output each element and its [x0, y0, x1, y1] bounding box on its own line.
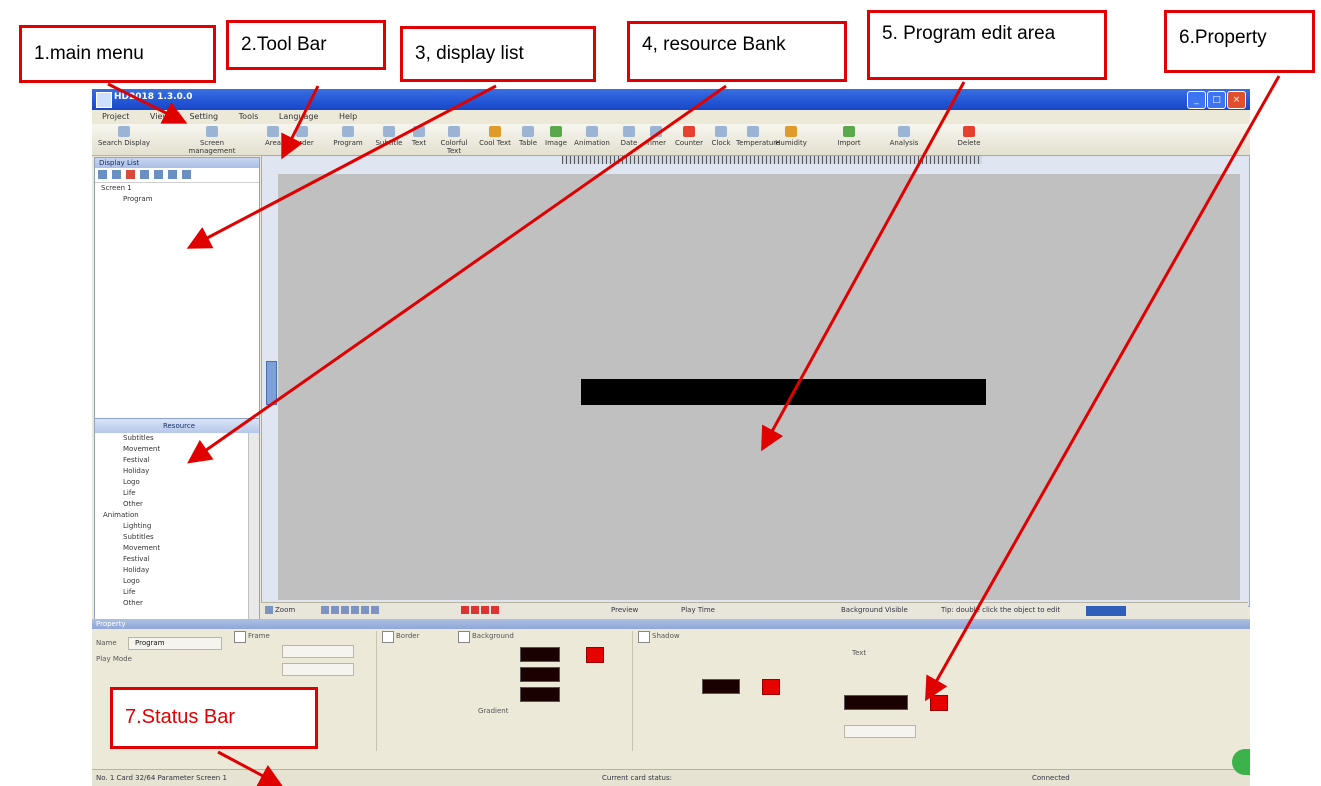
arrow-resource-bank [187, 84, 727, 464]
arrow-tool-bar [281, 85, 320, 160]
arrow-property [925, 75, 1281, 702]
callout-status-bar: 7.Status Bar [110, 687, 318, 749]
callout-display-list: 3, display list [400, 26, 596, 82]
arrow-program-edit [761, 81, 966, 452]
callout-resource-bank: 4, resource Bank [627, 21, 847, 82]
arrow-display-list [186, 84, 497, 249]
callout-main-menu: 1.main menu [19, 25, 216, 83]
arrow-status-bar [217, 750, 284, 786]
annotation-arrows [107, 75, 1281, 786]
callout-tool-bar: 2.Tool Bar [226, 20, 386, 70]
callout-property: 6.Property [1164, 10, 1315, 73]
callout-program-edit-area: 5. Program edit area [867, 10, 1107, 80]
arrow-main-menu [107, 82, 188, 124]
